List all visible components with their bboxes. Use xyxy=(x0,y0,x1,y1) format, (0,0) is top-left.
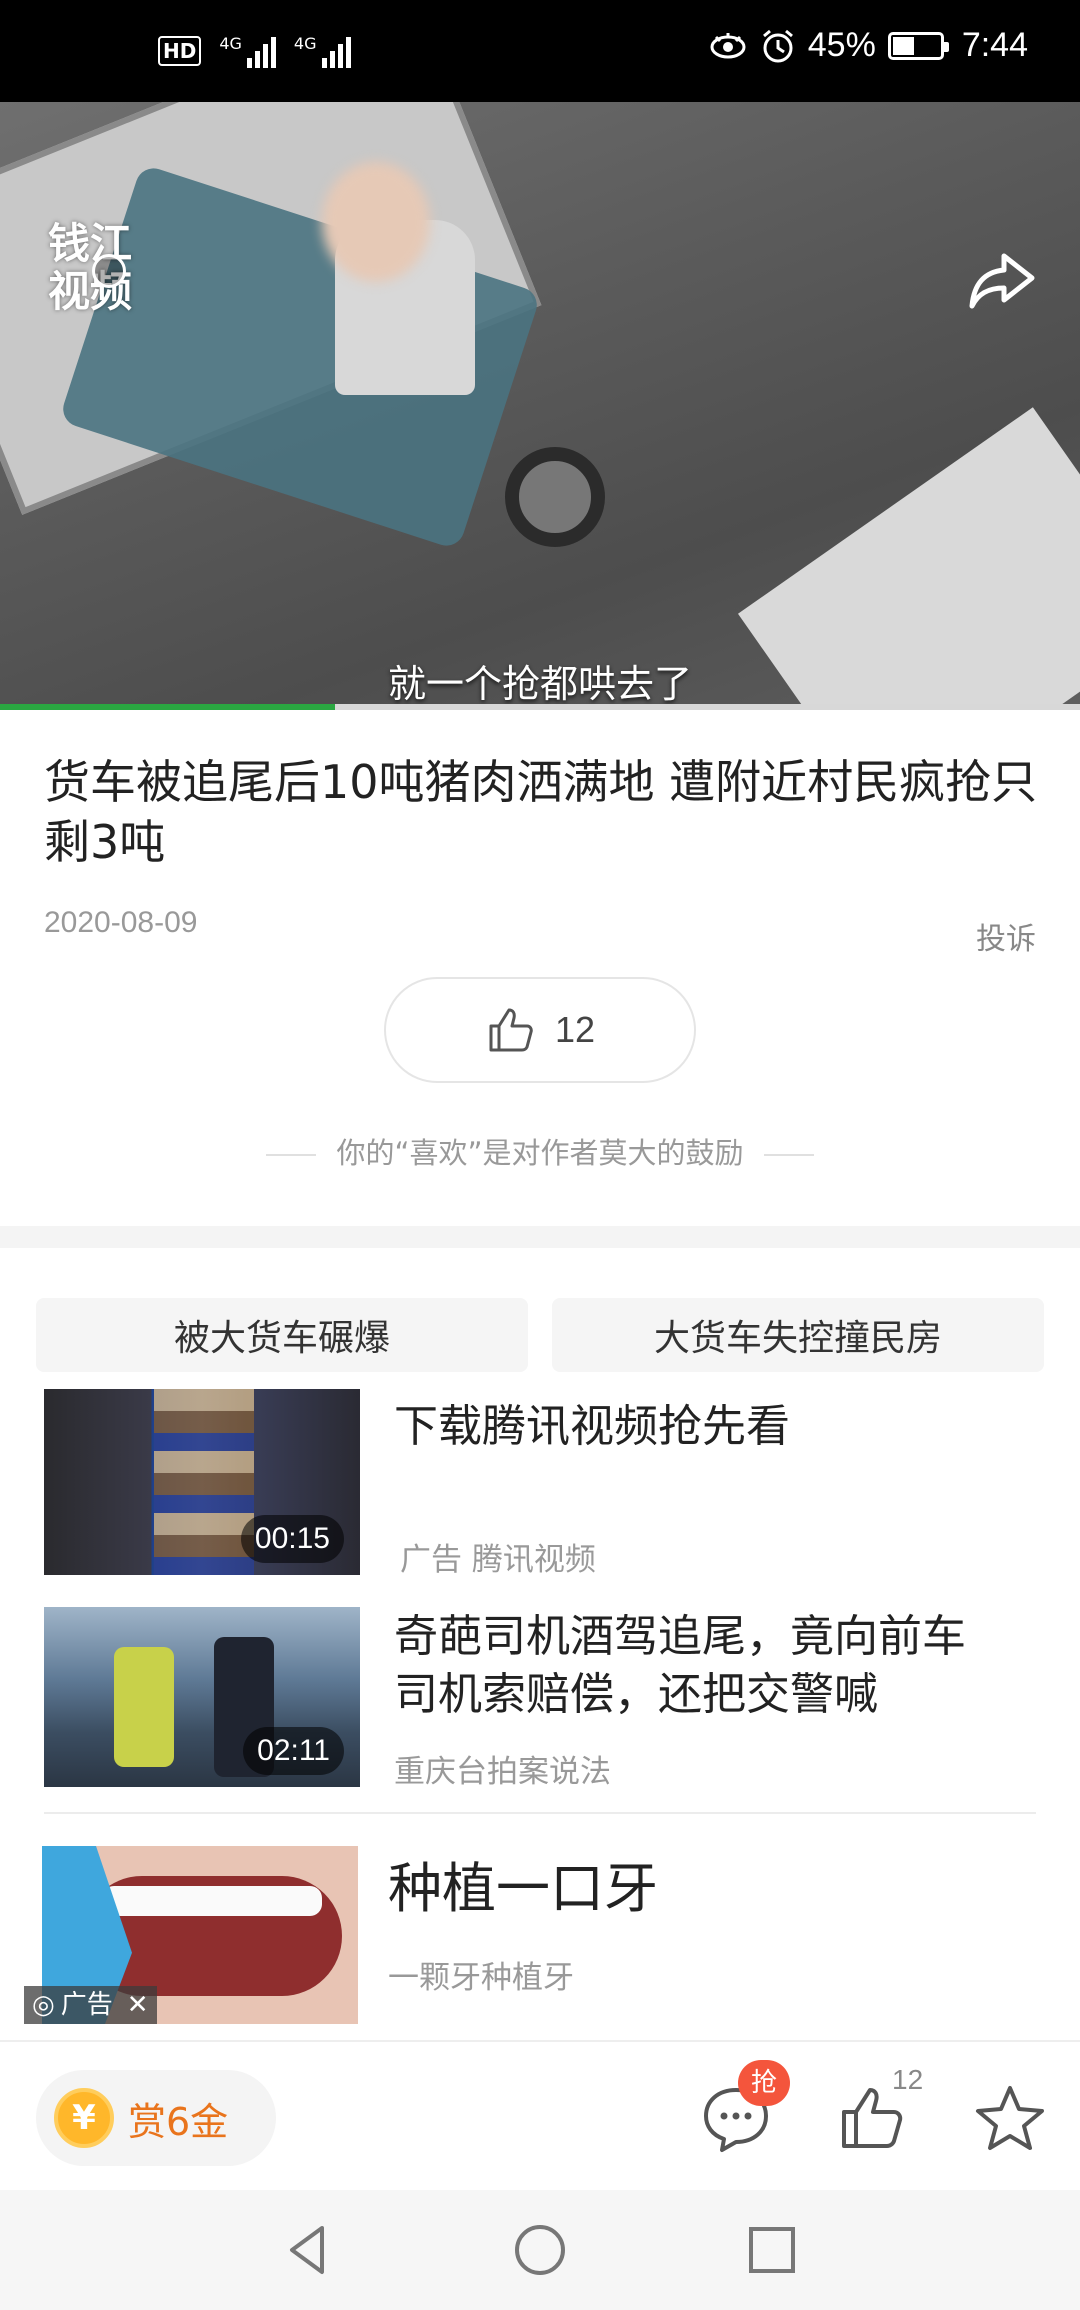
report-link[interactable]: 投诉 xyxy=(976,914,1036,958)
grab-badge: 抢 xyxy=(738,2060,790,2106)
encourage-note: 你的“喜欢”是对作者莫大的鼓励 xyxy=(0,1130,1080,1172)
network-type-label: 4G xyxy=(219,34,242,53)
article-title: 货车被追尾后10吨猪肉洒满地 遭附近村民疯抢只剩3吨 xyxy=(44,755,1038,869)
feed-source: 广告 腾讯视频 xyxy=(400,1542,596,1578)
reward-label: 赏6金 xyxy=(128,2099,229,2144)
feed-title[interactable]: 奇葩司机酒驾追尾，竟向前车司机索赔偿，还把交警喊 xyxy=(394,1608,994,1724)
feed-divider xyxy=(44,1812,1036,1814)
play-circle-icon xyxy=(92,254,126,288)
feed-title[interactable]: 种植一口牙 xyxy=(388,1856,658,1922)
network-indicators: HD 4G 4G xyxy=(158,34,351,68)
video-duration: 00:15 xyxy=(240,1515,344,1563)
channel-logo: 钱江视频 xyxy=(48,219,133,316)
eye-comfort-icon xyxy=(710,32,746,58)
feed-thumbnail[interactable]: 00:15 xyxy=(44,1389,360,1575)
bottom-action-bar: ¥ 赏6金 抢 12 xyxy=(0,2040,1080,2190)
feed-thumbnail[interactable]: 02:11 xyxy=(44,1607,360,1787)
feed-title[interactable]: 下载腾讯视频抢先看 xyxy=(394,1398,1044,1456)
like-count-small: 12 xyxy=(892,2064,924,2095)
publish-date: 2020-08-09 xyxy=(44,906,198,939)
clock: 7:44 xyxy=(961,26,1028,64)
feed-source: 一颗牙种植牙 xyxy=(388,1960,574,1996)
reward-button[interactable]: ¥ 赏6金 xyxy=(36,2070,276,2166)
system-indicators: 45% 7:44 xyxy=(708,26,1028,65)
thumbs-up-icon xyxy=(489,1008,533,1052)
star-icon[interactable] xyxy=(974,2082,1046,2154)
back-icon[interactable] xyxy=(278,2220,338,2280)
hd-voice-icon: HD xyxy=(158,36,202,66)
video-subtitle: 就一个抢都哄去了 xyxy=(387,662,692,706)
battery-icon xyxy=(887,31,949,60)
coin-icon: ¥ xyxy=(54,2088,114,2148)
alarm-icon xyxy=(762,29,793,62)
home-icon[interactable] xyxy=(510,2220,570,2280)
feed-source: 重庆台拍案说法 xyxy=(394,1754,611,1790)
related-tag-2[interactable]: 大货车失控撞民房 xyxy=(552,1298,1044,1372)
blurred-face xyxy=(322,162,430,282)
like-count: 12 xyxy=(554,1009,596,1050)
recents-icon[interactable] xyxy=(742,2220,802,2280)
ad-badge[interactable]: ◎ 广告 ✕ xyxy=(24,1986,157,2024)
video-progress-bar[interactable] xyxy=(0,704,1080,710)
system-nav-bar xyxy=(0,2190,1080,2310)
network-type-label-2: 4G xyxy=(293,34,317,53)
like-button[interactable]: 12 xyxy=(384,977,696,1083)
share-icon[interactable] xyxy=(964,242,1040,318)
close-icon[interactable]: ✕ xyxy=(127,1986,149,2024)
video-duration: 02:11 xyxy=(243,1727,344,1775)
status-bar: HD 4G 4G 45% 7:44 xyxy=(0,0,1080,102)
signal-strength-icon: 4G xyxy=(219,34,276,68)
section-divider xyxy=(0,1226,1080,1248)
ad-info-icon: ◎ xyxy=(32,1990,55,2020)
signal-strength-icon-2: 4G xyxy=(294,34,351,68)
related-tag-1[interactable]: 被大货车碾爆 xyxy=(36,1298,528,1372)
battery-percentage: 45% xyxy=(807,26,876,64)
video-player[interactable]: 钱江视频 就一个抢都哄去了 xyxy=(0,102,1080,707)
